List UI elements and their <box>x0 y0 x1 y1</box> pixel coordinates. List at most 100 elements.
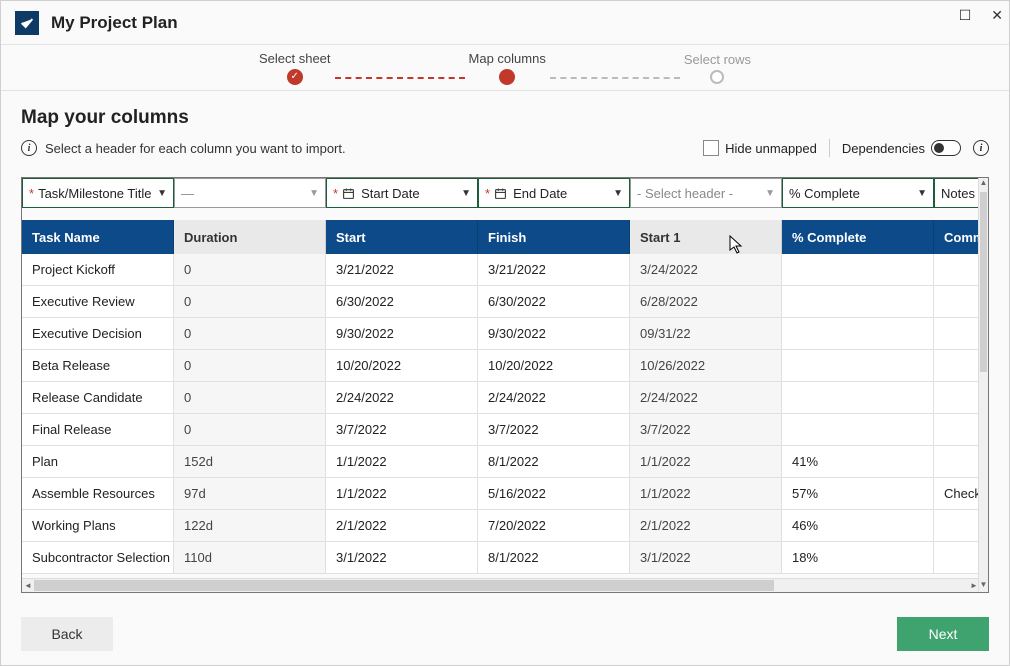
hide-unmapped-checkbox[interactable]: Hide unmapped <box>703 140 817 156</box>
table-cell: 57% <box>782 478 934 510</box>
maximize-icon[interactable]: ☐ <box>959 7 972 24</box>
close-icon[interactable]: ✕ <box>991 7 1003 24</box>
table-cell: Executive Decision <box>22 318 174 350</box>
table-cell: 122d <box>174 510 326 542</box>
table-cell: 10/20/2022 <box>478 350 630 382</box>
table-cell: 2/24/2022 <box>478 382 630 414</box>
table-cell: 18% <box>782 542 934 574</box>
table-cell <box>934 286 980 318</box>
next-button[interactable]: Next <box>897 617 989 651</box>
chevron-down-icon: ▼ <box>157 188 167 199</box>
table-cell: 9/30/2022 <box>326 318 478 350</box>
arrow-up-icon[interactable]: ▲ <box>979 178 988 190</box>
table-row[interactable]: Subcontractor Selection110d 3/1/20228/1/2… <box>22 542 980 574</box>
chevron-down-icon: ▼ <box>917 188 927 199</box>
header-comments: Comm <box>934 220 980 254</box>
chevron-down-icon: ▼ <box>309 188 319 199</box>
table-cell: 2/1/2022 <box>326 510 478 542</box>
table-cell: Working Plans <box>22 510 174 542</box>
scroll-thumb[interactable] <box>34 580 774 591</box>
mapper-select-header[interactable]: - Select header - ▼ <box>630 178 782 208</box>
arrow-down-icon[interactable]: ▼ <box>979 580 988 592</box>
table-cell <box>782 286 934 318</box>
vertical-scrollbar[interactable]: ▲ ▼ <box>978 178 988 592</box>
table-cell: 0 <box>174 414 326 446</box>
table-cell: 97d <box>174 478 326 510</box>
table-cell: 10/20/2022 <box>326 350 478 382</box>
info-icon[interactable]: i <box>973 140 989 156</box>
table-row[interactable]: Final Release03/7/20223/7/20223/7/2022 <box>22 414 980 446</box>
table-cell: 41% <box>782 446 934 478</box>
chevron-down-icon: ▼ <box>765 188 775 199</box>
table-cell: 46% <box>782 510 934 542</box>
table-cell: 1/1/2022 <box>326 478 478 510</box>
header-duration: Duration <box>174 220 326 254</box>
table-row[interactable]: Project Kickoff03/21/20223/21/20223/24/2… <box>22 254 980 286</box>
table-cell: 1/1/2022 <box>630 446 782 478</box>
wizard-steps: Select sheet ✓ Map columns Select rows <box>1 45 1009 91</box>
table-cell: Assemble Resources <box>22 478 174 510</box>
table-row[interactable]: Executive Review06/30/20226/30/20226/28/… <box>22 286 980 318</box>
scroll-thumb[interactable] <box>980 192 987 372</box>
chevron-down-icon: ▼ <box>461 188 471 199</box>
table-row[interactable]: Beta Release010/20/202210/20/202210/26/2… <box>22 350 980 382</box>
mapper-notes[interactable]: Notes <box>934 178 980 208</box>
table-cell: 0 <box>174 382 326 414</box>
table-cell: 6/28/2022 <box>630 286 782 318</box>
table-row[interactable]: Assemble Resources97d1/1/20225/16/20221/… <box>22 478 980 510</box>
table-cell: Beta Release <box>22 350 174 382</box>
table-cell: 10/26/2022 <box>630 350 782 382</box>
step-connector <box>335 77 465 79</box>
step-map-columns[interactable]: Map columns <box>469 51 546 85</box>
header-task-name: Task Name <box>22 220 174 254</box>
title-bar: My Project Plan <box>1 1 1009 45</box>
table-cell: 3/1/2022 <box>630 542 782 574</box>
step-select-rows[interactable]: Select rows <box>684 52 751 84</box>
table-row[interactable]: Plan152d1/1/20228/1/20221/1/202241% <box>22 446 980 478</box>
table-cell: 6/30/2022 <box>478 286 630 318</box>
dependencies-toggle[interactable]: Dependencies <box>842 140 961 156</box>
table-cell <box>934 254 980 286</box>
window-title: My Project Plan <box>51 13 178 33</box>
horizontal-scrollbar[interactable]: ◄ ► <box>22 578 980 592</box>
checkbox-icon <box>703 140 719 156</box>
table-cell: Release Candidate <box>22 382 174 414</box>
info-row: i Select a header for each column you wa… <box>21 139 989 157</box>
table-cell: 8/1/2022 <box>478 542 630 574</box>
mapper-percent-complete[interactable]: % Complete ▼ <box>782 178 934 208</box>
table-cell: 9/30/2022 <box>478 318 630 350</box>
table-cell <box>934 318 980 350</box>
arrow-left-icon[interactable]: ◄ <box>22 581 34 590</box>
data-area[interactable]: Project Kickoff03/21/20223/21/20223/24/2… <box>22 254 980 578</box>
table-cell <box>934 542 980 574</box>
table-cell: Subcontractor Selection <box>22 542 174 574</box>
instruction-text: Select a header for each column you want… <box>45 141 346 156</box>
table-cell: 1/1/2022 <box>326 446 478 478</box>
content-area: Map your columns i Select a header for e… <box>1 91 1009 177</box>
table-cell: 3/7/2022 <box>630 414 782 446</box>
table-cell <box>934 510 980 542</box>
table-cell <box>782 254 934 286</box>
table-cell: Executive Review <box>22 286 174 318</box>
table-row[interactable]: Working Plans122d2/1/20227/20/20222/1/20… <box>22 510 980 542</box>
table-cell: 110d <box>174 542 326 574</box>
step-select-sheet[interactable]: Select sheet ✓ <box>259 51 331 85</box>
mapper-empty[interactable]: — ▼ <box>174 178 326 208</box>
table-cell: 152d <box>174 446 326 478</box>
header-finish: Finish <box>478 220 630 254</box>
table-cell <box>934 382 980 414</box>
app-icon <box>15 11 39 35</box>
table-row[interactable]: Executive Decision09/30/20229/30/202209/… <box>22 318 980 350</box>
back-button[interactable]: Back <box>21 617 113 651</box>
table-cell: 5/16/2022 <box>478 478 630 510</box>
table-row[interactable]: Release Candidate02/24/20222/24/20222/24… <box>22 382 980 414</box>
calendar-icon <box>494 187 507 200</box>
window-controls: ☐ ✕ <box>959 7 1003 24</box>
mapper-end-date[interactable]: * End Date ▼ <box>478 178 630 208</box>
mapper-task-title[interactable]: *Task/Milestone Title ▼ <box>22 178 174 208</box>
mapper-start-date[interactable]: * Start Date ▼ <box>326 178 478 208</box>
mapper-row: *Task/Milestone Title ▼ — ▼ * Start Date… <box>22 178 980 208</box>
table-cell: 3/21/2022 <box>326 254 478 286</box>
mapping-table: *Task/Milestone Title ▼ — ▼ * Start Date… <box>21 177 989 593</box>
info-icon: i <box>21 140 37 156</box>
